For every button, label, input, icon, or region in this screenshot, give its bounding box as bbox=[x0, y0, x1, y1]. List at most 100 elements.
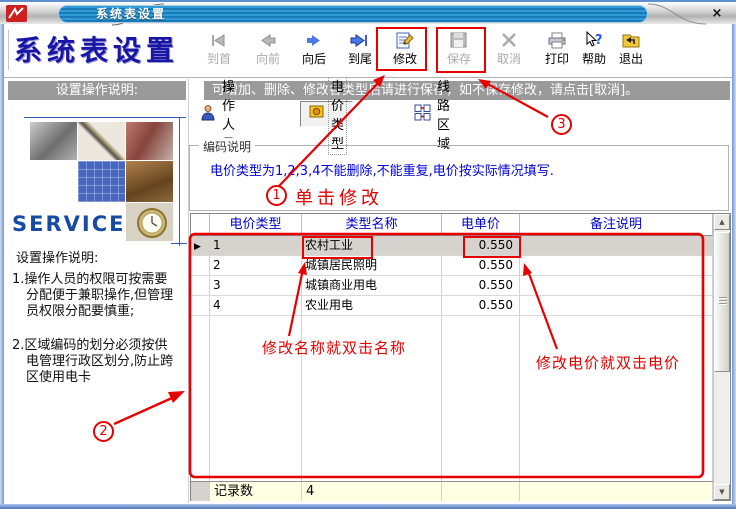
table-row[interactable]: ▶ 1 农村工业 0.550 bbox=[191, 236, 713, 256]
sidebar-header: 设置操作说明: bbox=[8, 81, 186, 100]
scroll-up-icon: ▲ bbox=[719, 219, 724, 226]
groupbox-title: 编码说明 bbox=[199, 138, 255, 155]
toolbar-button-label: 保存 bbox=[447, 52, 471, 66]
cell-price-type[interactable]: 4 bbox=[210, 296, 302, 316]
annotation-step-circle-1: 1 bbox=[266, 185, 287, 206]
toolbar-separator bbox=[192, 28, 193, 74]
instruction-2: 2.区域编码的划分必须按供电管理行政区划分,防止跨区使用电卡 bbox=[12, 338, 174, 386]
tab-label: 电价类型 bbox=[331, 76, 344, 152]
col-header-price-type[interactable]: 电价类型 bbox=[210, 214, 302, 236]
toolbar-button-label: 到尾 bbox=[348, 52, 372, 66]
table-row[interactable]: 2 城镇居民照明 0.550 bbox=[191, 256, 713, 276]
sidebar-divider bbox=[188, 79, 189, 503]
toolbar: 系统表设置 到首 向前 向后 到尾 bbox=[4, 24, 732, 78]
instructions-title: 设置操作说明: bbox=[16, 247, 98, 266]
hint-bar: 可增加、删除、修改各类型后请进行保存，如不保存修改，请点击[取消]。 bbox=[204, 81, 730, 100]
toolbar-button-first[interactable]: 到首 bbox=[197, 28, 241, 75]
tab-separator bbox=[498, 103, 499, 125]
scroll-thumb-grip-icon bbox=[719, 297, 727, 305]
toolbar-button-label: 修改 bbox=[393, 52, 417, 66]
table-footer-row: 记录数 4 bbox=[191, 481, 713, 501]
col-header-type-name[interactable]: 类型名称 bbox=[302, 214, 442, 236]
service-label: SERVICE bbox=[12, 212, 125, 236]
cell-unit-price[interactable]: 0.550 bbox=[442, 296, 520, 316]
close-button[interactable]: × bbox=[708, 5, 726, 22]
cell-unit-price[interactable]: 0.550 bbox=[442, 256, 520, 276]
title-decoration-line bbox=[8, 30, 9, 70]
cell-type-name[interactable]: 城镇居民照明 bbox=[302, 256, 442, 276]
window-border bbox=[0, 504, 736, 509]
photo-pen bbox=[78, 122, 125, 160]
toolbar-button-cancel[interactable]: 取消 bbox=[487, 28, 531, 75]
table-row[interactable]: 4 农业用电 0.550 bbox=[191, 296, 713, 316]
toolbar-button-next[interactable]: 向后 bbox=[292, 28, 336, 75]
toolbar-button-last[interactable]: 到尾 bbox=[338, 28, 382, 75]
cell-price-type[interactable]: 3 bbox=[210, 276, 302, 296]
scroll-up-button[interactable]: ▲ bbox=[714, 214, 730, 230]
cell-price-type[interactable]: 2 bbox=[210, 256, 302, 276]
window-title: 系统表设置 bbox=[59, 6, 647, 22]
vertical-scrollbar[interactable]: ▲ ▼ bbox=[713, 214, 729, 500]
page-title: 系统表设置 bbox=[14, 29, 179, 69]
table-row[interactable]: 3 城镇商业用电 0.550 bbox=[191, 276, 713, 296]
record-count-value: 4 bbox=[302, 482, 442, 501]
cancel-icon bbox=[498, 28, 520, 52]
photo-hand-tools bbox=[126, 122, 173, 160]
sidebar-decoration-line bbox=[171, 243, 187, 244]
table-header-row: 电价类型 类型名称 电单价 备注说明 bbox=[191, 214, 713, 236]
sidebar-decoration-line bbox=[179, 117, 180, 246]
record-count-label: 记录数 bbox=[210, 482, 302, 501]
instruction-1: 1.操作人员的权限可按需要分配便于兼职操作,但管理员权限分配要慎重; bbox=[12, 272, 174, 320]
window-border bbox=[0, 24, 4, 509]
cell-remark[interactable] bbox=[520, 236, 713, 256]
cell-type-name[interactable]: 城镇商业用电 bbox=[302, 276, 442, 296]
cell-remark[interactable] bbox=[520, 256, 713, 276]
col-header-unit-price[interactable]: 电单价 bbox=[442, 214, 520, 236]
toolbar-button-label: 向后 bbox=[302, 52, 326, 66]
price-type-icon bbox=[309, 104, 325, 124]
cell-type-name[interactable]: 农业用电 bbox=[302, 296, 442, 316]
exit-icon bbox=[620, 28, 642, 52]
photo-keyboard bbox=[78, 161, 125, 202]
edit-icon bbox=[394, 28, 416, 52]
toolbar-button-label: 向前 bbox=[256, 52, 280, 66]
tab-label: 线路区域 bbox=[437, 76, 450, 152]
sidebar-decoration-line bbox=[24, 117, 186, 118]
toolbar-button-prev[interactable]: 向前 bbox=[246, 28, 290, 75]
photo-pocket-watch bbox=[126, 203, 173, 241]
tab-separator bbox=[295, 103, 296, 125]
cell-unit-price[interactable]: 0.550 bbox=[442, 236, 520, 256]
scroll-thumb[interactable] bbox=[714, 232, 730, 372]
cell-remark[interactable] bbox=[520, 296, 713, 316]
cell-unit-price[interactable]: 0.550 bbox=[442, 276, 520, 296]
toolbar-button-exit[interactable]: 退出 bbox=[609, 28, 653, 75]
tab-operators[interactable]: 操作人员 bbox=[192, 101, 243, 127]
line-area-icon bbox=[414, 104, 431, 125]
toolbar-button-label: 打印 bbox=[545, 52, 569, 66]
next-record-icon bbox=[303, 28, 325, 52]
toolbar-button-save[interactable]: 保存 bbox=[437, 28, 481, 75]
cell-type-name[interactable]: 农村工业 bbox=[302, 236, 442, 256]
svg-text:?: ? bbox=[595, 33, 603, 48]
indicator-column-header bbox=[191, 214, 210, 236]
toolbar-button-label: 帮助 bbox=[582, 52, 606, 66]
toolbar-separator bbox=[532, 28, 533, 74]
operator-person-icon bbox=[200, 104, 216, 125]
annotation-edit-price-label: 修改电价就双击电价 bbox=[536, 352, 680, 373]
photo-metal-tools bbox=[30, 122, 77, 160]
tab-line-area[interactable]: 线路区域 bbox=[406, 101, 458, 127]
scroll-down-button[interactable]: ▼ bbox=[714, 484, 730, 500]
cell-price-type[interactable]: 1 bbox=[210, 236, 302, 256]
col-header-remark[interactable]: 备注说明 bbox=[520, 214, 713, 236]
titlebar[interactable]: 系统表设置 × bbox=[0, 0, 736, 24]
cell-remark[interactable] bbox=[520, 276, 713, 296]
last-record-icon bbox=[349, 28, 371, 52]
scroll-down-icon: ▼ bbox=[719, 489, 724, 496]
tab-separator bbox=[402, 103, 403, 125]
toolbar-button-edit[interactable]: 修改 bbox=[383, 28, 427, 75]
prev-record-icon bbox=[257, 28, 279, 52]
save-icon bbox=[448, 28, 470, 52]
titlebar-pill: 系统表设置 bbox=[58, 5, 648, 23]
tab-price-type[interactable]: 电价类型 bbox=[300, 101, 353, 127]
annotation-arrow-line bbox=[114, 398, 172, 424]
